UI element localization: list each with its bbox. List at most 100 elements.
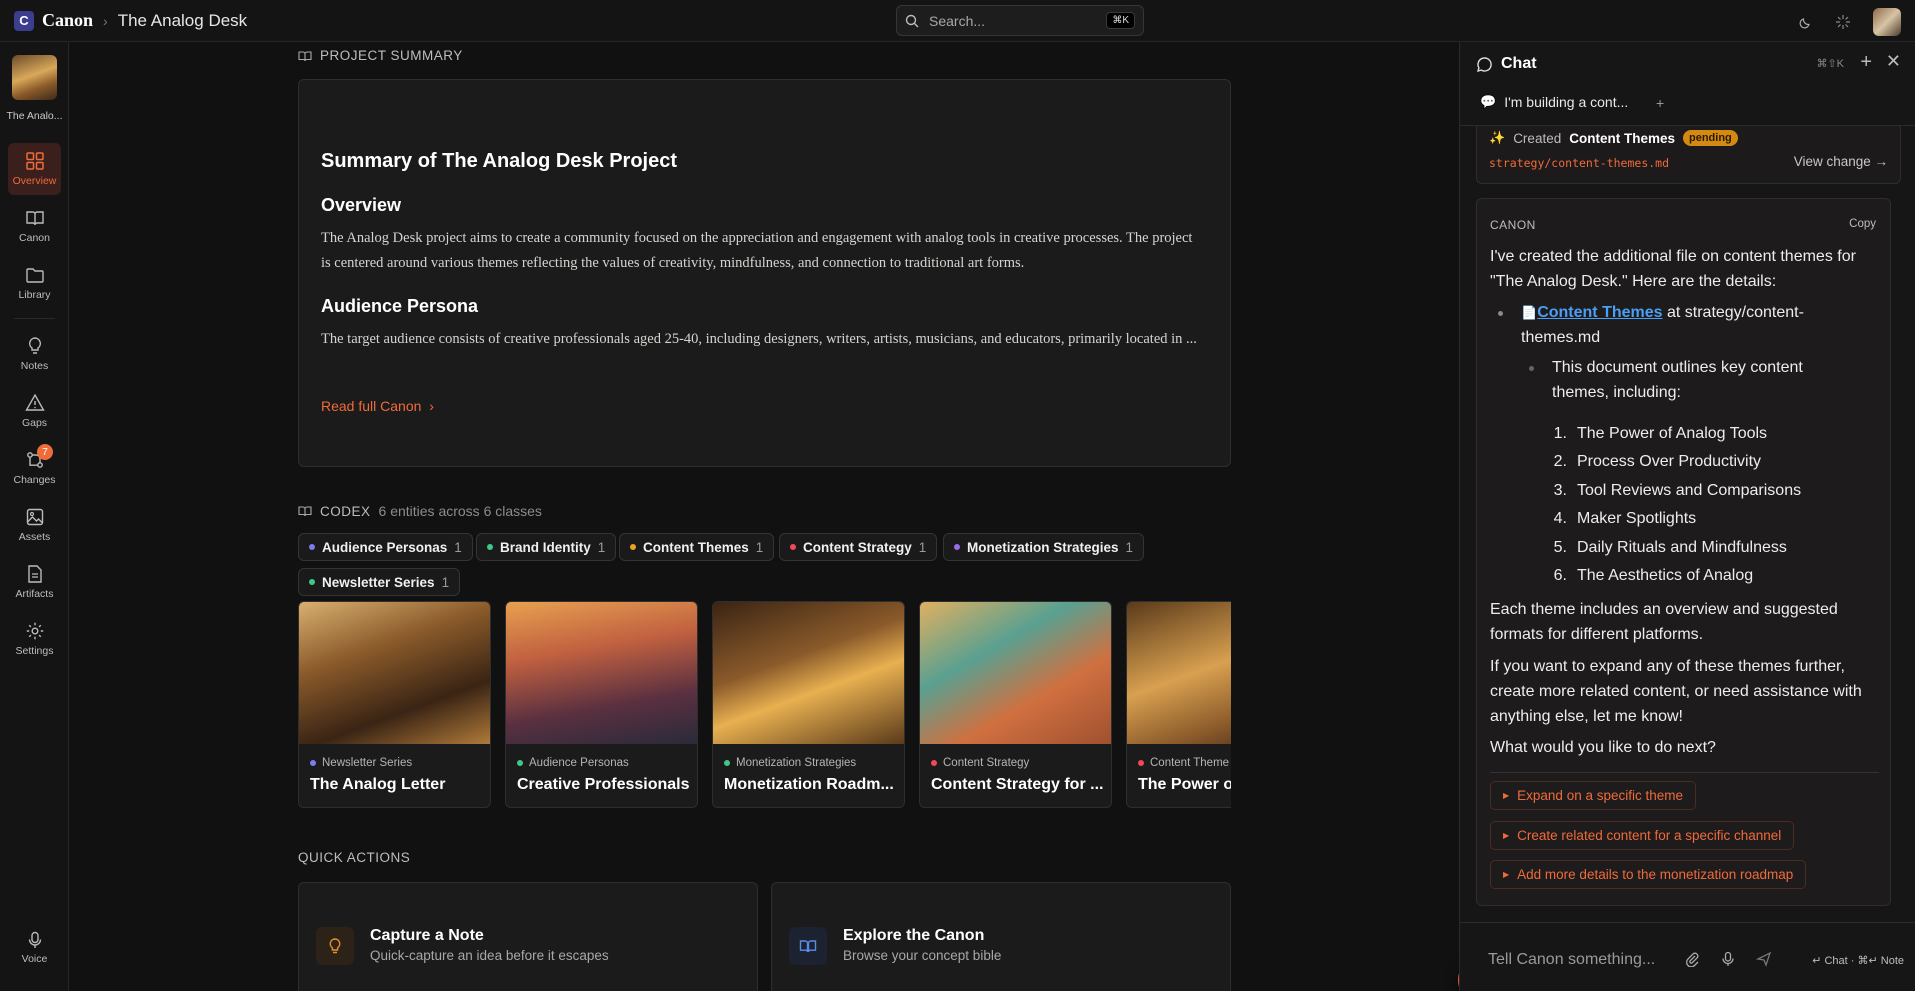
message-sender: CANON (1490, 218, 1536, 232)
book-open-icon (298, 506, 312, 517)
divider (1490, 772, 1879, 773)
nav-item-notes[interactable]: Notes (8, 328, 61, 380)
status-badge: pending (1682, 130, 1738, 146)
chat-title: Chat (1501, 55, 1537, 72)
image-icon (26, 508, 43, 526)
codex-card-strip: Newsletter Series The Analog Letter Audi… (298, 601, 1231, 809)
canon-logo[interactable]: C (14, 10, 34, 31)
suggestion-button[interactable]: ▶ Create related content for a specific … (1490, 821, 1795, 850)
summary-title: Summary of The Analog Desk Project (321, 150, 678, 172)
capture-note-card[interactable]: Capture a Note Quick-capture an idea bef… (298, 882, 758, 991)
nav-item-assets[interactable]: Assets (8, 499, 61, 551)
nav-item-settings[interactable]: Settings (8, 613, 61, 665)
suggestion-label: Add more details to the monetization roa… (1517, 867, 1794, 882)
sparkle-icon: ✨ (1489, 130, 1506, 145)
breadcrumb-project[interactable]: The Analog Desk (118, 11, 247, 31)
message-paragraph: What would you like to do next? (1490, 739, 1716, 756)
codex-header: CODEX 6 entities across 6 classes (298, 503, 542, 519)
nav-divider (14, 318, 55, 319)
changes-badge: 7 (37, 444, 53, 460)
nav-label: Voice (21, 953, 48, 965)
list-number: 4. (1553, 510, 1567, 527)
entity-class: Content Theme (1138, 757, 1229, 769)
entity-title: Creative Professionals (517, 776, 690, 793)
close-icon[interactable]: ✕ (1886, 51, 1901, 72)
section-label: QUICK ACTIONS (298, 850, 411, 865)
send-icon[interactable] (1756, 951, 1772, 967)
lightbulb-icon (28, 337, 41, 354)
avatar[interactable] (1873, 8, 1901, 36)
search-shortcut: ⌘K (1106, 12, 1135, 29)
left-nav: The Analo... Overview Canon Library Note… (0, 42, 69, 991)
theme-item: The Power of Analog Tools (1577, 425, 1768, 442)
app-root: C Canon › The Analog Desk Search... ⌘K T… (0, 0, 1915, 991)
nav-item-canon[interactable]: Canon (8, 200, 61, 252)
add-tab-plus-icon[interactable]: + (1656, 95, 1664, 111)
brand-name[interactable]: Canon (42, 10, 93, 31)
project-summary-header: PROJECT SUMMARY (298, 48, 463, 63)
new-chat-plus-icon[interactable]: + (1860, 51, 1872, 74)
top-bar: C Canon › The Analog Desk Search... ⌘K (0, 0, 1915, 42)
created-file-card: ✨ Created Content Themes pending strateg… (1476, 126, 1901, 184)
section-label: CODEX (320, 503, 371, 519)
class-dot (487, 544, 493, 550)
entity-card[interactable]: Content Strategy Content Strategy for ..… (919, 601, 1112, 808)
play-triangle-icon: ▶ (1503, 831, 1510, 840)
folder-icon (25, 268, 44, 283)
nav-item-voice[interactable]: Voice (8, 922, 61, 974)
chat-tabs: 💬 I'm building a cont... + (1460, 86, 1915, 126)
entity-card[interactable]: Audience Personas Creative Professionals (505, 601, 698, 808)
suggestion-label: Expand on a specific theme (1517, 788, 1684, 803)
entity-image (920, 602, 1111, 744)
bullet (1529, 366, 1534, 371)
entity-card[interactable]: Monetization Strategies Monetization Roa… (712, 601, 905, 808)
search-placeholder: Search... (929, 12, 986, 29)
entity-class-label: Content Strategy (943, 757, 1030, 769)
created-line: ✨ Created Content Themes pending (1489, 130, 1738, 146)
chip-brand-identity[interactable]: Brand Identity 1 (476, 533, 617, 561)
nav-item-gaps[interactable]: Gaps (8, 385, 61, 437)
search-input[interactable]: Search... ⌘K (896, 5, 1144, 36)
moon-icon[interactable] (1799, 15, 1813, 29)
theme-item: Process Over Productivity (1577, 453, 1762, 470)
explore-canon-card[interactable]: Explore the Canon Browse your concept bi… (771, 882, 1231, 991)
sparkle-icon[interactable] (1835, 14, 1851, 30)
nav-item-artifacts[interactable]: Artifacts (8, 556, 61, 608)
nav-item-changes[interactable]: Changes 7 (8, 442, 61, 494)
nav-item-overview[interactable]: Overview (8, 143, 61, 195)
gear-icon (26, 622, 43, 640)
chip-label: Newsletter Series (322, 574, 435, 590)
entity-card[interactable]: Newsletter Series The Analog Letter (298, 601, 491, 808)
book-open-icon (298, 50, 312, 61)
project-thumbnail[interactable] (12, 55, 57, 100)
class-dot (630, 544, 636, 550)
chip-monetization-strategies[interactable]: Monetization Strategies 1 (943, 533, 1145, 561)
chip-audience-personas[interactable]: Audience Personas 1 (298, 533, 473, 561)
class-dot (931, 760, 937, 766)
entity-image (713, 602, 904, 744)
grid-icon (25, 152, 44, 170)
chat-input[interactable]: Tell Canon something... (1488, 951, 1655, 969)
chip-newsletter-series[interactable]: Newsletter Series 1 (298, 568, 461, 596)
theme-item: Maker Spotlights (1577, 510, 1697, 527)
suggestion-button[interactable]: ▶ Expand on a specific theme (1490, 781, 1697, 810)
paperclip-icon[interactable] (1684, 951, 1700, 967)
nav-label: Changes (13, 474, 56, 486)
chip-count: 1 (918, 539, 927, 555)
entity-card[interactable]: Content Theme The Power of (1126, 601, 1231, 808)
copy-button[interactable]: Copy (1849, 218, 1876, 230)
view-change-link[interactable]: View change → (1794, 154, 1888, 169)
chip-label: Brand Identity (500, 539, 591, 555)
read-full-canon-link[interactable]: Read full Canon › (321, 398, 434, 414)
class-dot (309, 544, 315, 550)
nav-item-library[interactable]: Library (8, 257, 61, 309)
microphone-icon[interactable] (1720, 951, 1736, 967)
content-themes-link[interactable]: Content Themes (1537, 304, 1662, 321)
suggestion-button[interactable]: ▶ Add more details to the monetization r… (1490, 860, 1807, 889)
bullet (1498, 311, 1503, 316)
chat-tab[interactable]: 💬 I'm building a cont... (1480, 94, 1628, 110)
chip-content-strategy[interactable]: Content Strategy 1 (779, 533, 938, 561)
chip-content-themes[interactable]: Content Themes 1 (619, 533, 775, 561)
speech-bubble-icon: 💬 (1480, 94, 1497, 109)
list-number: 5. (1553, 539, 1567, 556)
